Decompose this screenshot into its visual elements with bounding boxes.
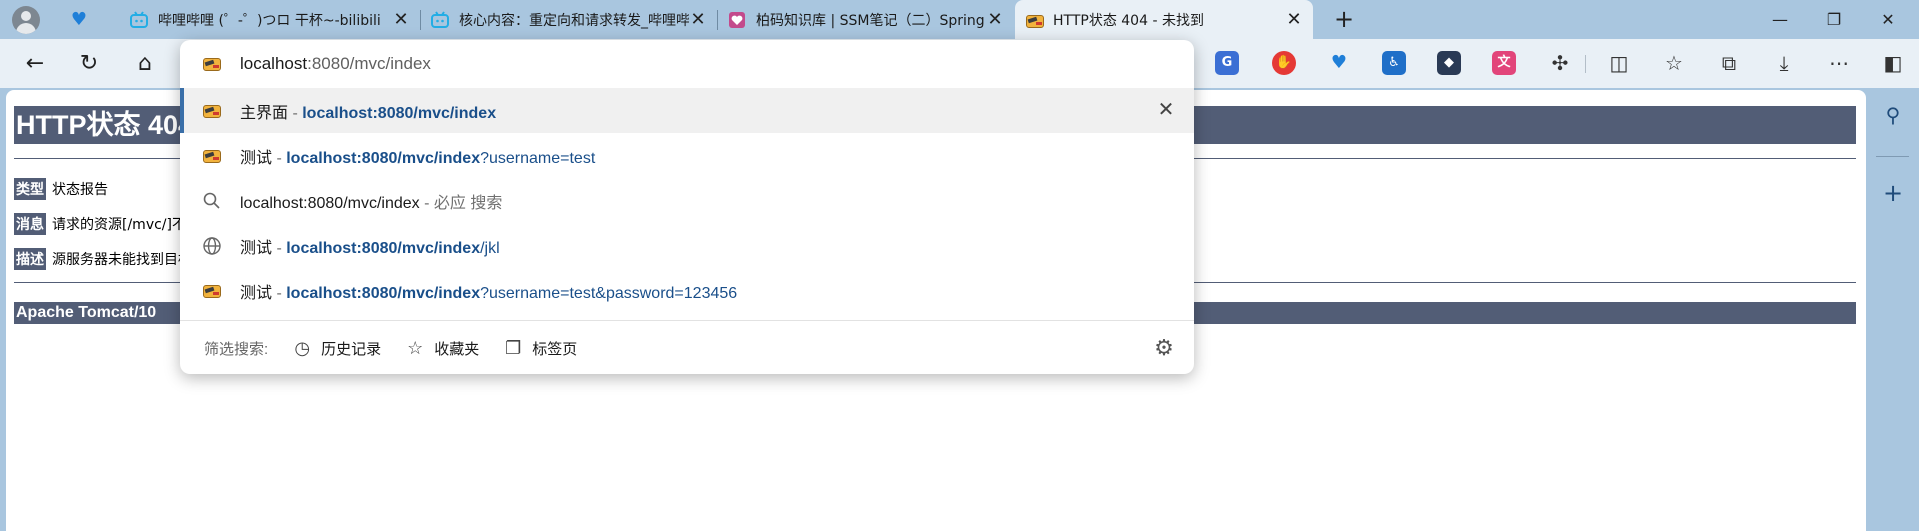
more-menu-icon[interactable]: ⋯ xyxy=(1826,50,1852,76)
address-host: localhost xyxy=(240,54,308,73)
close-tab-icon[interactable]: ✕ xyxy=(1285,9,1303,30)
suggestion-url-rest: /jkl xyxy=(480,239,500,257)
close-tab-icon[interactable]: ✕ xyxy=(689,9,707,30)
filter-favorites-button[interactable]: ☆ 收藏夹 xyxy=(405,338,479,359)
type-label: 类型 xyxy=(14,178,46,200)
gear-icon[interactable]: ⚙ xyxy=(1152,336,1176,360)
tomcat-icon xyxy=(202,101,222,121)
new-tab-plus-icon[interactable]: + xyxy=(1329,4,1359,34)
add-sidebar-app-icon[interactable]: + xyxy=(1880,180,1906,206)
filter-tabs-button[interactable]: ❐ 标签页 xyxy=(503,338,577,359)
history-clock-icon: ◷ xyxy=(294,338,311,358)
minimize-icon[interactable]: — xyxy=(1757,6,1803,34)
tab-strip: ♥ 哔哩哔哩 (゜-゜)つロ 干杯~-bilibili ✕ 核心内容：重定向和请… xyxy=(0,0,1919,39)
filter-label: 筛选搜索: xyxy=(204,340,269,358)
downloads-icon[interactable]: ⤓ xyxy=(1771,50,1797,76)
globe-icon xyxy=(203,236,221,255)
message-label: 消息 xyxy=(14,213,46,235)
edge-sidebar: ⚲ + xyxy=(1866,88,1919,531)
suggestion-dash: - xyxy=(272,239,287,257)
dark-reader-icon[interactable]: ◆ xyxy=(1437,51,1461,75)
accessibility-icon[interactable]: ♿ xyxy=(1382,51,1406,75)
search-icon[interactable]: ⚲ xyxy=(1880,102,1906,128)
back-arrow-icon[interactable]: ← xyxy=(20,49,50,79)
suggestion-title: localhost:8080/mvc/index xyxy=(240,194,420,212)
suggestion-dash: - xyxy=(272,284,287,302)
profile-avatar-icon[interactable] xyxy=(12,6,40,34)
bilibili-tv-icon xyxy=(130,10,148,28)
extensions-puzzle-icon[interactable]: ✣ xyxy=(1547,50,1573,76)
tab-bilibili-video[interactable]: 核心内容：重定向和请求转发_哔哩哔哩 ✕ xyxy=(421,0,717,39)
description-label: 描述 xyxy=(14,248,46,270)
suggestion-item[interactable]: 主界面 - localhost:8080/mvc/index ✕ xyxy=(180,88,1194,133)
home-icon[interactable]: ⌂ xyxy=(130,49,160,79)
suggestion-url-rest: ?username=test xyxy=(480,149,596,167)
suggestion-url-rest: ?username=test&password=123456 xyxy=(480,284,738,302)
search-icon xyxy=(203,192,220,209)
sidebar-toggle-icon[interactable]: ◧ xyxy=(1880,50,1906,76)
tab-bilibili-home[interactable]: 哔哩哔哩 (゜-゜)つロ 干杯~-bilibili ✕ xyxy=(120,0,420,39)
search-filter-bar: 筛选搜索: ◷ 历史记录 ☆ 收藏夹 ❐ 标签页 ⚙ xyxy=(180,320,1194,374)
address-input[interactable]: localhost:8080/mvc/index xyxy=(240,54,431,74)
address-bar-dropdown: localhost:8080/mvc/index 主界面 - localhost… xyxy=(180,40,1194,374)
type-value: 状态报告 xyxy=(52,182,108,198)
tomcat-icon xyxy=(202,146,222,166)
tab-http-404[interactable]: HTTP状态 404 - 未找到 ✕ xyxy=(1015,0,1313,39)
suggestion-search-engine: 必应 搜索 xyxy=(433,194,503,212)
restore-icon[interactable]: ❐ xyxy=(1811,6,1857,34)
suggestion-dash: - xyxy=(288,104,303,122)
tabs-icon: ❐ xyxy=(505,338,522,358)
translate-xa-icon[interactable]: 文 xyxy=(1492,51,1516,75)
heart-logo-icon xyxy=(729,11,745,28)
tomcat-icon xyxy=(202,281,222,301)
remove-suggestion-icon[interactable]: ✕ xyxy=(1156,100,1176,120)
suggestion-url: localhost:8080/mvc/index xyxy=(302,104,497,122)
suggestion-title: 测试 xyxy=(240,149,273,167)
suggestion-item[interactable]: 测试 - localhost:8080/mvc/index?username=t… xyxy=(180,133,1194,178)
address-path: :8080/mvc/index xyxy=(307,54,431,73)
refresh-icon[interactable]: ↻ xyxy=(74,49,104,79)
bilibili-tv-icon xyxy=(431,10,449,28)
stop-hand-icon[interactable]: ✋ xyxy=(1272,51,1296,75)
tomcat-icon xyxy=(202,54,222,74)
tab-title: 哔哩哔哩 (゜-゜)つロ 干杯~-bilibili xyxy=(158,12,381,29)
filter-history-label: 历史记录 xyxy=(321,340,382,358)
filter-tabs-label: 标签页 xyxy=(532,340,578,358)
suggestion-dash: - xyxy=(272,149,287,167)
pinned-tab-heart-icon[interactable]: ♥ xyxy=(68,10,90,30)
translate-g-icon[interactable]: G xyxy=(1215,51,1239,75)
collections-icon[interactable]: ⧉ xyxy=(1716,50,1742,76)
suggestion-item[interactable]: localhost:8080/mvc/index - 必应 搜索 xyxy=(180,178,1194,223)
type-row: 类型 状态报告 xyxy=(14,178,108,200)
close-tab-icon[interactable]: ✕ xyxy=(392,9,410,30)
tab-itbaima-notes[interactable]: 柏码知识库 | SSM笔记（二）Spring ✕ xyxy=(718,0,1014,39)
sidebar-separator xyxy=(1876,156,1909,157)
split-screen-icon[interactable]: ◫ xyxy=(1606,50,1632,76)
suggestion-url: localhost:8080/mvc/index xyxy=(286,284,481,302)
tomcat-icon xyxy=(1025,11,1044,29)
filter-history-button[interactable]: ◷ 历史记录 xyxy=(292,338,381,359)
suggestion-title: 主界面 xyxy=(240,104,289,122)
tab-title: 核心内容：重定向和请求转发_哔哩哔哩 xyxy=(459,12,689,29)
suggestion-item[interactable]: 测试 - localhost:8080/mvc/index?username=t… xyxy=(180,268,1194,313)
window-close-icon[interactable]: ✕ xyxy=(1865,6,1911,34)
suggestion-title: 测试 xyxy=(240,239,273,257)
filter-favorites-label: 收藏夹 xyxy=(434,340,480,358)
suggestion-title: 测试 xyxy=(240,284,273,302)
suggestion-item[interactable]: 测试 - localhost:8080/mvc/index/jkl xyxy=(180,223,1194,268)
favorites-star-icon: ☆ xyxy=(407,338,424,358)
tab-title: HTTP状态 404 - 未找到 xyxy=(1053,12,1204,29)
toolbar-separator xyxy=(1585,55,1586,73)
close-tab-icon[interactable]: ✕ xyxy=(986,9,1004,30)
address-bar[interactable]: localhost:8080/mvc/index xyxy=(180,40,1194,88)
tab-title: 柏码知识库 | SSM笔记（二）Spring xyxy=(756,12,985,29)
tampermonkey-v-icon[interactable]: ♥ xyxy=(1327,51,1351,75)
suggestion-url: localhost:8080/mvc/index xyxy=(286,239,481,257)
favorites-star-icon[interactable]: ☆ xyxy=(1661,50,1687,76)
suggestion-dash: - xyxy=(419,194,434,212)
suggestion-url: localhost:8080/mvc/index xyxy=(286,149,481,167)
